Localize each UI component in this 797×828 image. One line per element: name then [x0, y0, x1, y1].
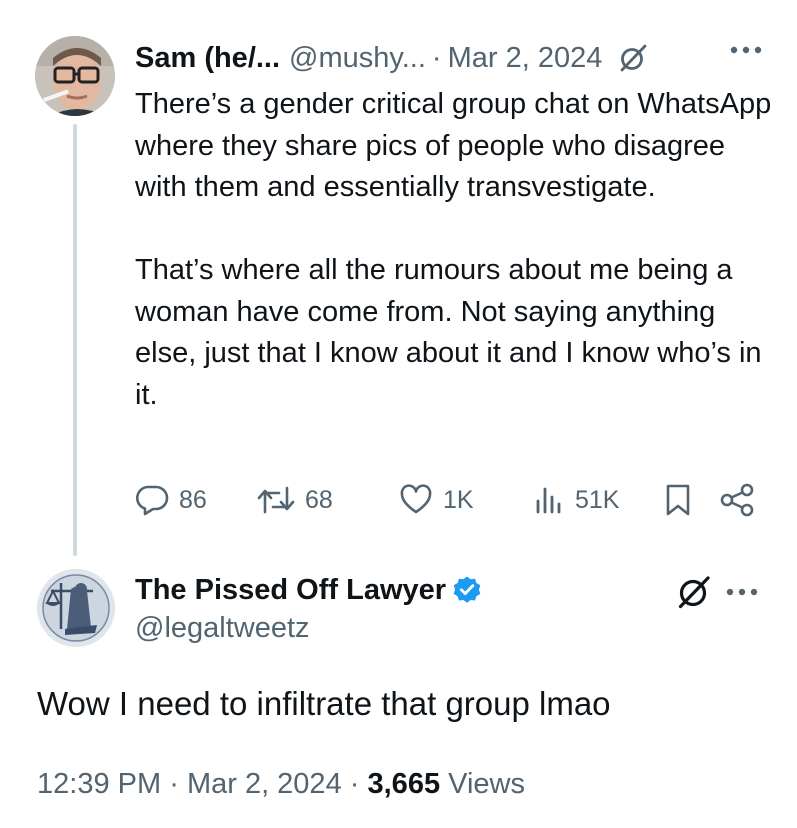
main-author-name[interactable]: The Pissed Off Lawyer [135, 574, 446, 607]
views-button[interactable]: 51K [533, 484, 619, 516]
main-author-name-row: The Pissed Off Lawyer [135, 570, 482, 610]
views-count: 51K [575, 485, 620, 514]
repost-button[interactable]: 68 [257, 484, 333, 516]
thread-line [73, 124, 77, 556]
parent-author-handle[interactable]: @mushy... [289, 42, 426, 75]
parent-tweet-date[interactable]: Mar 2, 2024 [448, 42, 603, 75]
main-tweet-meta: 12:39 PM · Mar 2, 2024 · 3,665 Views [37, 768, 525, 801]
repost-count: 68 [305, 485, 333, 514]
reply-button[interactable]: 86 [135, 484, 207, 516]
avatar-lawyer[interactable] [37, 569, 115, 647]
main-tweet-text: Wow I need to infiltrate that group lmao [37, 685, 611, 722]
grok-icon[interactable] [618, 43, 648, 73]
parent-author-name[interactable]: Sam (he/... [135, 42, 280, 75]
tweet-views-count[interactable]: 3,665 [368, 768, 441, 800]
parent-tweet-paragraph-1: There’s a gender critical group chat on … [135, 88, 772, 203]
like-count: 1K [443, 485, 474, 514]
reply-count: 86 [179, 485, 207, 514]
parent-tweet-paragraph-2: That’s where all the rumours about me be… [135, 254, 762, 411]
more-icon[interactable] [729, 44, 763, 56]
like-icon [399, 484, 433, 516]
like-button[interactable]: 1K [399, 484, 474, 516]
views-icon [533, 484, 565, 516]
reply-icon [135, 484, 169, 516]
verified-badge-icon[interactable] [452, 575, 482, 605]
bookmark-button[interactable] [663, 483, 693, 517]
meta-separator: · [349, 768, 360, 800]
more-icon[interactable] [725, 586, 759, 598]
header-separator: · [431, 41, 442, 74]
share-button[interactable] [719, 483, 755, 517]
parent-tweet-header: Sam (he/... @mushy... · Mar 2, 2024 [135, 36, 765, 80]
repost-icon [257, 484, 295, 516]
tweet-time[interactable]: 12:39 PM [37, 768, 161, 800]
parent-tweet-text: There’s a gender critical group chat on … [135, 84, 775, 416]
grok-icon[interactable] [676, 574, 712, 610]
bookmark-icon [663, 483, 693, 517]
tweet-date[interactable]: Mar 2, 2024 [187, 768, 342, 800]
avatar-sam[interactable] [35, 36, 115, 116]
main-author-handle[interactable]: @legaltweetz [135, 612, 310, 645]
meta-separator: · [169, 768, 179, 800]
share-icon [719, 483, 755, 517]
parent-tweet-actions: 86 68 1K 51K [135, 478, 765, 522]
tweet-views-label[interactable]: Views [448, 768, 525, 800]
